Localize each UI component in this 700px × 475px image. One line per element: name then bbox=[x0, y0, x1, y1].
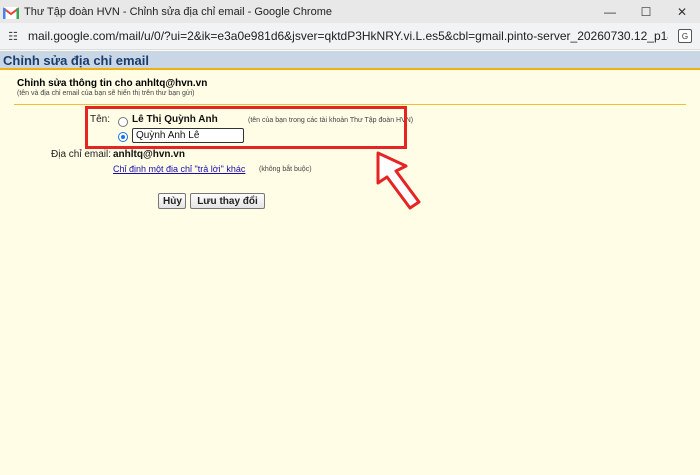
translate-icon[interactable]: G bbox=[678, 29, 692, 43]
reply-note: (không bắt buộc) bbox=[259, 166, 312, 173]
highlight-box bbox=[85, 106, 407, 149]
window-title: Thư Tập đoàn HVN - Chỉnh sửa địa chỉ ema… bbox=[24, 5, 332, 18]
gmail-icon bbox=[2, 6, 20, 19]
red-arrow-annotation bbox=[376, 151, 421, 210]
section-title: Chỉnh sửa thông tin cho anhltq@hvn.vn bbox=[17, 78, 208, 89]
page-header: Chỉnh sửa địa chỉ email bbox=[0, 51, 700, 70]
save-button[interactable]: Lưu thay đổi bbox=[190, 193, 265, 209]
page-title: Chỉnh sửa địa chỉ email bbox=[3, 53, 149, 68]
close-icon[interactable]: ✕ bbox=[664, 0, 700, 23]
section-subtitle: (tên và địa chỉ email của bạn sẽ hiển th… bbox=[17, 90, 195, 97]
email-label: Địa chỉ email: bbox=[51, 149, 112, 160]
divider bbox=[14, 104, 686, 105]
reply-to-link[interactable]: Chỉ định một địa chỉ "trả lời" khác bbox=[113, 164, 245, 174]
site-info-icon[interactable]: ☷ bbox=[6, 29, 20, 43]
minimize-icon[interactable]: — bbox=[592, 0, 628, 23]
email-value: anhltq@hvn.vn bbox=[113, 149, 185, 160]
maximize-icon[interactable]: ☐ bbox=[628, 0, 664, 23]
cancel-button[interactable]: Hủy bbox=[158, 193, 186, 209]
address-bar[interactable]: ☷ mail.google.com/mail/u/0/?ui=2&ik=e3a0… bbox=[0, 23, 700, 50]
window-titlebar: Thư Tập đoàn HVN - Chỉnh sửa địa chỉ ema… bbox=[0, 0, 700, 23]
url-text[interactable]: mail.google.com/mail/u/0/?ui=2&ik=e3a0e9… bbox=[28, 29, 668, 43]
